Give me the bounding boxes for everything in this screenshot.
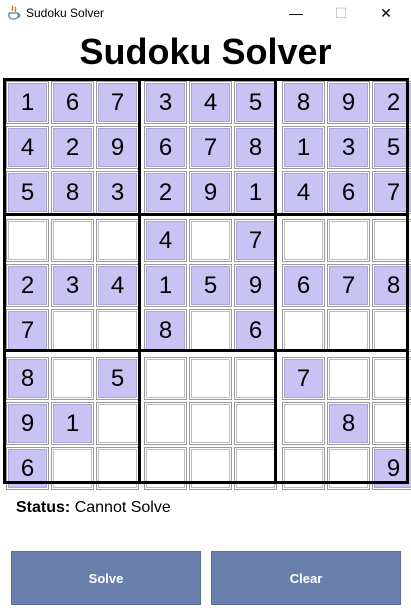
- sudoku-cell-r8c3[interactable]: [96, 402, 139, 445]
- title-bar: Sudoku Solver — ☐ ✕: [0, 0, 411, 26]
- page-title: Sudoku Solver: [79, 31, 332, 72]
- sudoku-cell-r2c5[interactable]: 7: [189, 126, 232, 169]
- box-border-horizontal: [3, 78, 409, 81]
- box-border-horizontal: [3, 349, 409, 352]
- sudoku-cell-r6c8[interactable]: [327, 309, 370, 352]
- close-icon: ✕: [380, 4, 392, 21]
- sudoku-cell-r6c7[interactable]: [282, 309, 325, 352]
- sudoku-cell-r6c3[interactable]: [96, 309, 139, 352]
- sudoku-cell-r8c5[interactable]: [189, 402, 232, 445]
- sudoku-cell-r4c1[interactable]: [6, 219, 49, 262]
- box-border-vertical: [406, 78, 409, 484]
- sudoku-cell-r6c2[interactable]: [51, 309, 94, 352]
- sudoku-cell-r2c8[interactable]: 3: [327, 126, 370, 169]
- sudoku-cell-r5c4[interactable]: 1: [144, 264, 187, 307]
- minimize-button[interactable]: —: [273, 0, 319, 26]
- sudoku-cell-r4c5[interactable]: [189, 219, 232, 262]
- sudoku-cell-r8c6[interactable]: [234, 402, 277, 445]
- sudoku-cell-r4c3[interactable]: [96, 219, 139, 262]
- sudoku-cell-r7c4[interactable]: [144, 357, 187, 400]
- box-border-horizontal: [3, 481, 409, 484]
- sudoku-cell-r3c1[interactable]: 5: [6, 171, 49, 214]
- box-border-vertical: [138, 78, 141, 484]
- sudoku-cell-r8c4[interactable]: [144, 402, 187, 445]
- sudoku-cell-r5c1[interactable]: 2: [6, 264, 49, 307]
- sudoku-cell-r2c1[interactable]: 4: [6, 126, 49, 169]
- sudoku-cell-r5c8[interactable]: 7: [327, 264, 370, 307]
- java-app-icon: [8, 5, 21, 20]
- sudoku-cell-r2c2[interactable]: 2: [51, 126, 94, 169]
- box-border-horizontal: [3, 213, 409, 216]
- close-button[interactable]: ✕: [363, 0, 409, 26]
- sudoku-cell-r7c8[interactable]: [327, 357, 370, 400]
- sudoku-cell-r5c5[interactable]: 5: [189, 264, 232, 307]
- sudoku-board: 1673458924296781355832914674723415967878…: [3, 78, 411, 490]
- sudoku-cell-r1c7[interactable]: 8: [282, 81, 325, 124]
- sudoku-cell-r5c6[interactable]: 9: [234, 264, 277, 307]
- solve-button[interactable]: Solve: [11, 551, 201, 605]
- sudoku-cell-r7c2[interactable]: [51, 357, 94, 400]
- clear-button[interactable]: Clear: [211, 551, 401, 605]
- sudoku-cell-r4c4[interactable]: 4: [144, 219, 187, 262]
- sudoku-cell-r5c2[interactable]: 3: [51, 264, 94, 307]
- sudoku-cell-r7c5[interactable]: [189, 357, 232, 400]
- sudoku-cell-r1c2[interactable]: 6: [51, 81, 94, 124]
- sudoku-cell-r3c8[interactable]: 6: [327, 171, 370, 214]
- sudoku-cell-r3c6[interactable]: 1: [234, 171, 277, 214]
- box-border-vertical: [274, 78, 277, 484]
- sudoku-cell-r6c5[interactable]: [189, 309, 232, 352]
- sudoku-cell-r2c6[interactable]: 8: [234, 126, 277, 169]
- sudoku-cell-r1c6[interactable]: 5: [234, 81, 277, 124]
- sudoku-cell-r7c7[interactable]: 7: [282, 357, 325, 400]
- sudoku-cell-r4c2[interactable]: [51, 219, 94, 262]
- window-title: Sudoku Solver: [26, 6, 105, 20]
- sudoku-cell-r1c3[interactable]: 7: [96, 81, 139, 124]
- maximize-button[interactable]: ☐: [318, 0, 364, 26]
- sudoku-cell-r4c7[interactable]: [282, 219, 325, 262]
- sudoku-cell-r2c3[interactable]: 9: [96, 126, 139, 169]
- sudoku-cell-r6c1[interactable]: 7: [6, 309, 49, 352]
- sudoku-cell-r5c3[interactable]: 4: [96, 264, 139, 307]
- sudoku-cell-r1c8[interactable]: 9: [327, 81, 370, 124]
- sudoku-cell-r1c5[interactable]: 4: [189, 81, 232, 124]
- sudoku-cell-r8c7[interactable]: [282, 402, 325, 445]
- sudoku-cell-r3c2[interactable]: 8: [51, 171, 94, 214]
- sudoku-cell-r2c7[interactable]: 1: [282, 126, 325, 169]
- app-window: Sudoku Solver — ☐ ✕ Sudoku Solver 167345…: [0, 0, 411, 613]
- sudoku-cell-r3c5[interactable]: 9: [189, 171, 232, 214]
- sudoku-cell-r7c6[interactable]: [234, 357, 277, 400]
- sudoku-cell-r3c3[interactable]: 3: [96, 171, 139, 214]
- sudoku-cell-r4c6[interactable]: 7: [234, 219, 277, 262]
- sudoku-cell-r1c1[interactable]: 1: [6, 81, 49, 124]
- sudoku-cell-r7c3[interactable]: 5: [96, 357, 139, 400]
- sudoku-cell-r4c8[interactable]: [327, 219, 370, 262]
- sudoku-cell-r1c4[interactable]: 3: [144, 81, 187, 124]
- sudoku-cell-r5c7[interactable]: 6: [282, 264, 325, 307]
- sudoku-cell-r7c1[interactable]: 8: [6, 357, 49, 400]
- box-border-vertical: [3, 78, 6, 484]
- sudoku-cell-r3c7[interactable]: 4: [282, 171, 325, 214]
- sudoku-cell-r8c8[interactable]: 8: [327, 402, 370, 445]
- status-value: Cannot Solve: [74, 499, 171, 516]
- status-label: Status:: [16, 499, 71, 516]
- sudoku-cell-r2c4[interactable]: 6: [144, 126, 187, 169]
- sudoku-cell-r8c1[interactable]: 9: [6, 402, 49, 445]
- sudoku-cell-r3c4[interactable]: 2: [144, 171, 187, 214]
- maximize-icon: ☐: [334, 4, 348, 21]
- sudoku-cell-r6c6[interactable]: 6: [234, 309, 277, 352]
- sudoku-cell-r8c2[interactable]: 1: [51, 402, 94, 445]
- status-bar: Status: Cannot Solve: [16, 498, 171, 518]
- sudoku-cell-r6c4[interactable]: 8: [144, 309, 187, 352]
- minimize-icon: —: [289, 5, 303, 21]
